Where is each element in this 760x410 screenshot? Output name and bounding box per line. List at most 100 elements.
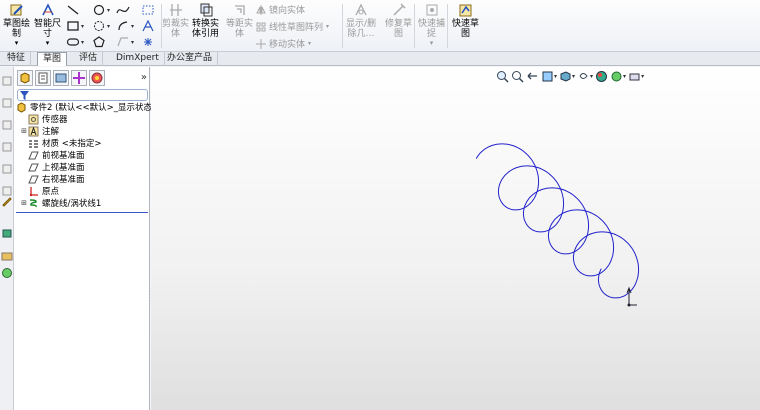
- offset-entities-button[interactable]: 等距实 体: [226, 2, 253, 39]
- tree-item-label: 上视基准面: [42, 163, 85, 173]
- material-icon: [29, 139, 38, 148]
- smart-dimension-dropdown-arrow[interactable]: ▾: [46, 39, 50, 47]
- smart-dimension-label: 智能尺 寸: [34, 19, 62, 39]
- tab-property-manager[interactable]: [35, 70, 51, 86]
- sketch-fillet-tool[interactable]: [116, 20, 130, 32]
- view-cube-icon[interactable]: [1, 119, 13, 131]
- arc-tool[interactable]: [92, 20, 106, 32]
- linear-pattern-button[interactable]: 线性草图阵列 ▾: [256, 20, 329, 33]
- tab-configuration-manager[interactable]: [53, 70, 69, 86]
- expand-icon[interactable]: ⊞: [20, 199, 28, 207]
- sketch-button[interactable]: 草图绘 制 ▾: [3, 2, 30, 47]
- view-cube-icon[interactable]: [1, 97, 13, 109]
- helix-curve[interactable]: [475, 143, 640, 299]
- tree-filter-input[interactable]: [17, 89, 148, 101]
- mirror-entities-button[interactable]: 镜向实体: [256, 3, 305, 16]
- quick-snaps-dropdown-arrow[interactable]: ▾: [430, 39, 434, 47]
- circle-icon: [93, 4, 105, 16]
- tab-dimxpert[interactable]: DimXpert: [111, 52, 165, 66]
- tree-item-annotations[interactable]: ⊞ 注解: [20, 125, 59, 137]
- convert-entities-icon: [200, 3, 212, 17]
- view-cube-icon[interactable]: [1, 75, 13, 87]
- rectangle-icon: [67, 21, 79, 31]
- display-delete-relations-button[interactable]: 显示/删 除几…: [346, 2, 376, 39]
- arc-dropdown-arrow[interactable]: ▾: [107, 23, 110, 30]
- rapid-sketch-button[interactable]: 快速草 图: [452, 2, 479, 39]
- plane-sketch-tool[interactable]: [116, 36, 130, 48]
- rectangle-tool[interactable]: [66, 20, 80, 32]
- library-icon[interactable]: [1, 227, 13, 239]
- ribbon-separator: [342, 4, 343, 48]
- fillet-dropdown-arrow[interactable]: ▾: [131, 23, 134, 30]
- tab-evaluate[interactable]: 评估: [74, 52, 104, 66]
- spline-tool[interactable]: [116, 4, 130, 16]
- tree-item-front-plane[interactable]: 前视基准面: [20, 149, 85, 161]
- quick-snaps-button[interactable]: 快速捕 捉 ▾: [418, 2, 445, 47]
- tree-root-label: 零件2 (默认<<默认>_显示状态: [30, 103, 153, 113]
- view-cube-icon[interactable]: [1, 141, 13, 153]
- move-entities-button[interactable]: 移动实体 ▾: [256, 37, 311, 50]
- line-tool[interactable]: [66, 4, 80, 16]
- tab-dimxpert-manager[interactable]: [71, 70, 87, 86]
- rollback-bar[interactable]: [16, 212, 148, 213]
- tree-item-helix[interactable]: ⊞ 螺旋线/涡状线1: [20, 197, 101, 209]
- folder-icon[interactable]: [1, 249, 13, 261]
- repair-sketch-icon: [392, 3, 406, 16]
- configuration-icon: [55, 73, 67, 83]
- feature-manager-panel: » 零件2 (默认<<默认>_显示状态 传感器 ⊞ 注解 材质 <未指定> 前视…: [14, 67, 152, 410]
- sensor-icon: [28, 114, 39, 124]
- text-tool[interactable]: [141, 19, 155, 32]
- palette-icon[interactable]: [1, 267, 13, 279]
- fillet-icon: [118, 21, 128, 31]
- tab-sketch[interactable]: 草图: [37, 52, 68, 66]
- circle-tool[interactable]: [92, 4, 106, 16]
- view-cube-icon[interactable]: [1, 163, 13, 175]
- tree-item-origin[interactable]: 原点: [20, 185, 59, 197]
- move-entities-dropdown-arrow[interactable]: ▾: [308, 40, 311, 47]
- linear-pattern-dropdown-arrow[interactable]: ▾: [326, 23, 329, 30]
- expand-icon[interactable]: ⊞: [20, 127, 28, 135]
- rectangle-dropdown-arrow[interactable]: ▾: [81, 23, 84, 30]
- convert-entities-button[interactable]: 转换实 体引用: [192, 2, 219, 39]
- tab-feature-tree[interactable]: [17, 70, 33, 86]
- graphics-area[interactable]: ▾ ▾ ▾ ▾ ▾: [151, 67, 760, 410]
- tab-display-manager[interactable]: [89, 70, 105, 86]
- more-tabs-chevron-icon[interactable]: »: [141, 72, 147, 83]
- tab-features[interactable]: 特征: [2, 52, 32, 66]
- pencil-icon[interactable]: [1, 195, 13, 207]
- slot-tool[interactable]: [66, 36, 80, 48]
- origin-triad-icon: [626, 286, 637, 307]
- rapid-sketch-icon: [459, 4, 471, 17]
- tree-item-label: 右视基准面: [42, 175, 85, 185]
- dimxpert-icon: [73, 72, 85, 84]
- line-icon: [67, 5, 79, 15]
- circle-dropdown-arrow[interactable]: ▾: [107, 7, 110, 14]
- relations-icon: [355, 3, 367, 16]
- trim-entities-button[interactable]: 剪裁实 体: [162, 2, 189, 39]
- tab-office-products[interactable]: 办公室产品: [162, 52, 219, 66]
- point-tool[interactable]: [141, 36, 155, 48]
- tree-item-right-plane[interactable]: 右视基准面: [20, 173, 85, 185]
- repair-sketch-label: 修复草 图: [385, 19, 413, 39]
- sketch-dropdown-arrow[interactable]: ▾: [15, 39, 19, 47]
- tree-item-sensors[interactable]: 传感器: [20, 113, 68, 125]
- tree-root-part[interactable]: 零件2 (默认<<默认>_显示状态: [16, 101, 152, 113]
- sketch-icon: [10, 4, 23, 16]
- tree-item-material[interactable]: 材质 <未指定>: [20, 137, 101, 149]
- helix-icon: [29, 198, 37, 207]
- filter-icon: [20, 91, 29, 100]
- sketch-filter-tool[interactable]: [141, 4, 155, 16]
- plane-icon: [28, 175, 39, 183]
- plane-icon: [28, 163, 39, 171]
- slot-dropdown-arrow[interactable]: ▾: [81, 39, 84, 46]
- repair-sketch-button[interactable]: 修复草 图: [385, 2, 412, 39]
- move-icon: [256, 38, 266, 49]
- quick-snaps-icon: [426, 4, 437, 16]
- tree-item-top-plane[interactable]: 上视基准面: [20, 161, 85, 173]
- arc-icon: [94, 21, 104, 31]
- move-entities-label: 移动实体: [269, 40, 306, 50]
- plane-dropdown-arrow[interactable]: ▾: [131, 39, 134, 46]
- smart-dimension-button[interactable]: 智能尺 寸 ▾: [34, 2, 61, 47]
- polygon-tool[interactable]: [92, 36, 106, 48]
- mirror-entities-label: 镜向实体: [269, 6, 306, 16]
